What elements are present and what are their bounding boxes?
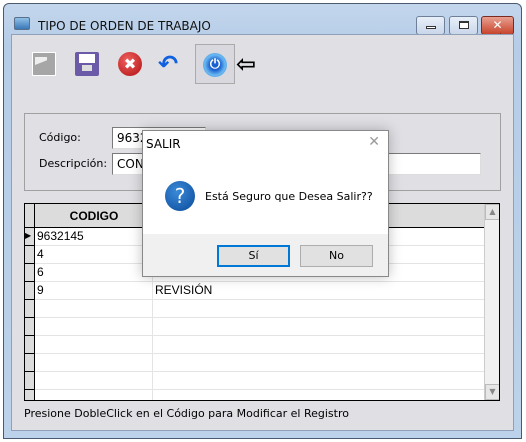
table-cell-codigo[interactable]: 4 bbox=[35, 246, 153, 264]
row-header[interactable] bbox=[25, 336, 35, 354]
row-header[interactable] bbox=[25, 318, 35, 336]
yes-button[interactable]: Sí bbox=[217, 245, 290, 267]
column-header-codigo[interactable]: CODIGO bbox=[35, 204, 153, 228]
exit-dialog: SALIR ✕ ? Está Seguro que Desea Salir?? … bbox=[142, 130, 389, 277]
app-icon bbox=[14, 17, 30, 30]
scroll-down-button[interactable]: ▼ bbox=[485, 384, 499, 400]
undo-icon[interactable]: ↶ bbox=[158, 52, 182, 76]
row-header[interactable] bbox=[25, 390, 35, 400]
table-cell-descripcion[interactable] bbox=[153, 300, 484, 318]
scroll-up-button[interactable]: ▲ bbox=[485, 204, 499, 220]
table-cell-codigo[interactable] bbox=[35, 372, 153, 390]
table-cell-descripcion[interactable] bbox=[153, 372, 484, 390]
table-cell-descripcion[interactable] bbox=[153, 390, 484, 400]
row-header[interactable] bbox=[25, 300, 35, 318]
row-header[interactable] bbox=[25, 246, 35, 264]
codigo-label: Código: bbox=[39, 131, 81, 144]
minimize-button[interactable] bbox=[416, 16, 445, 35]
table-cell-codigo[interactable]: 6 bbox=[35, 264, 153, 282]
dialog-title: SALIR bbox=[146, 137, 181, 151]
table-cell-codigo[interactable] bbox=[35, 354, 153, 372]
row-header[interactable] bbox=[25, 282, 35, 300]
current-row-icon: ▶ bbox=[25, 231, 32, 240]
window-title: TIPO DE ORDEN DE TRABAJO bbox=[38, 19, 211, 33]
table-cell-codigo[interactable]: 9632145 bbox=[35, 228, 153, 246]
table-cell-descripcion[interactable] bbox=[153, 336, 484, 354]
dialog-close-icon[interactable]: ✕ bbox=[368, 134, 380, 150]
footer-hint: Presione DobleClick en el Código para Mo… bbox=[24, 407, 349, 420]
table-cell-codigo[interactable] bbox=[35, 390, 153, 400]
vertical-scrollbar[interactable]: ▲ ▼ bbox=[484, 204, 499, 400]
table-cell-codigo[interactable] bbox=[35, 300, 153, 318]
table-cell-codigo[interactable] bbox=[35, 318, 153, 336]
power-icon: ⏻ bbox=[203, 53, 227, 77]
exit-button[interactable]: ⏻ bbox=[195, 44, 235, 84]
row-header[interactable] bbox=[25, 354, 35, 372]
descripcion-label: Descripción: bbox=[39, 157, 108, 170]
grid-corner bbox=[25, 204, 35, 228]
arrow-left-icon: ⇦ bbox=[236, 50, 257, 78]
maximize-button[interactable] bbox=[449, 16, 478, 35]
row-header[interactable]: ▶ bbox=[25, 228, 35, 246]
table-cell-codigo[interactable]: 9 bbox=[35, 282, 153, 300]
table-cell-descripcion[interactable] bbox=[153, 354, 484, 372]
new-icon[interactable] bbox=[32, 52, 56, 76]
row-header[interactable] bbox=[25, 372, 35, 390]
delete-icon[interactable]: ✖ bbox=[118, 52, 142, 76]
row-header[interactable] bbox=[25, 264, 35, 282]
question-icon: ? bbox=[165, 181, 195, 211]
save-icon[interactable] bbox=[75, 52, 99, 76]
dialog-message: Está Seguro que Desea Salir?? bbox=[205, 190, 373, 203]
table-cell-descripcion[interactable] bbox=[153, 318, 484, 336]
no-button[interactable]: No bbox=[300, 245, 373, 267]
table-cell-descripcion[interactable]: REVISIÓN bbox=[153, 282, 484, 300]
table-cell-codigo[interactable] bbox=[35, 336, 153, 354]
